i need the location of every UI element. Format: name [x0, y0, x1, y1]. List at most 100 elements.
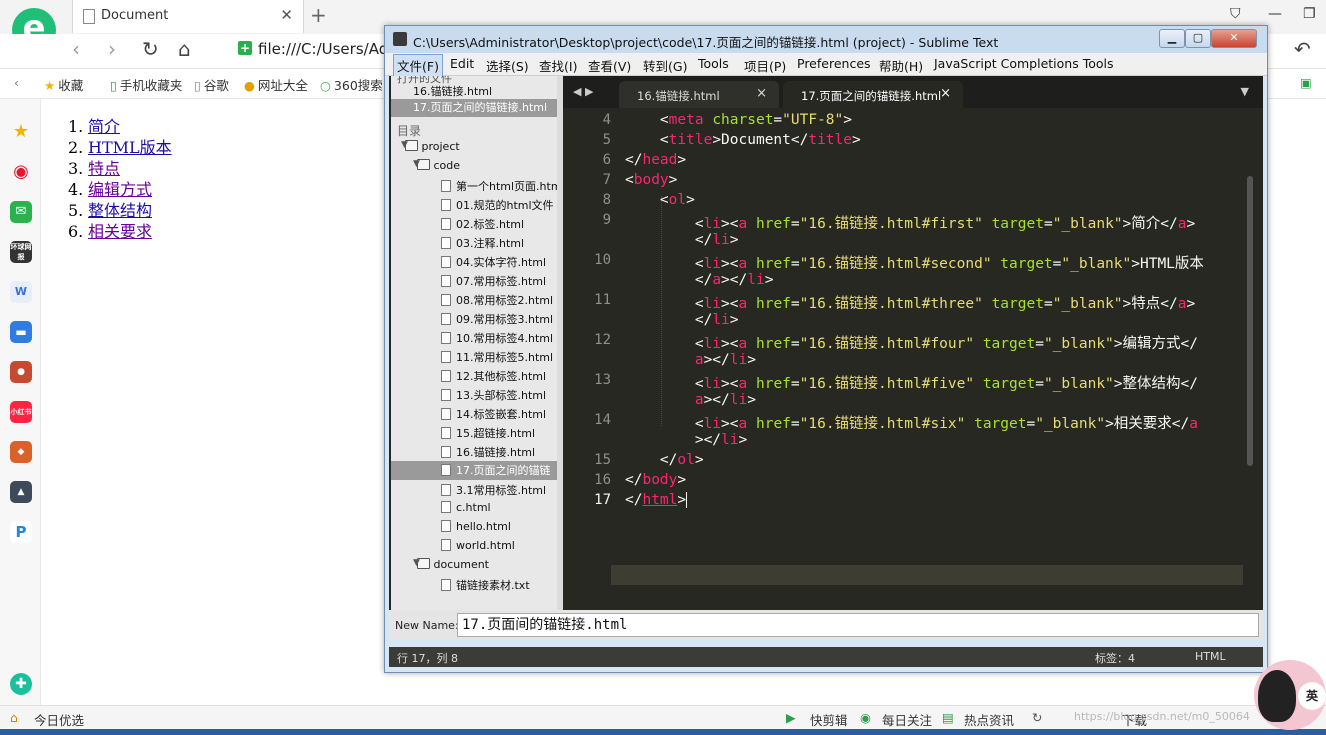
link-editing[interactable]: 编辑方式: [88, 180, 152, 199]
menu-goto[interactable]: 转到(G): [643, 56, 687, 75]
syntax-setting[interactable]: HTML: [1195, 650, 1226, 663]
tab-size-setting[interactable]: 标签：4: [1095, 650, 1135, 666]
status-item[interactable]: 每日关注: [882, 710, 932, 729]
file-item[interactable]: 锚链接素材.txt: [441, 577, 530, 593]
code-line[interactable]: a></li>: [625, 352, 756, 368]
file-item[interactable]: 07.常用标签.html: [441, 273, 546, 289]
refresh-icon[interactable]: ↻: [1032, 710, 1042, 725]
weibo-icon[interactable]: ◉: [10, 161, 32, 183]
minimize-button[interactable]: —: [1268, 6, 1282, 22]
bookmark-item[interactable]: ▯ 手机收藏夹: [110, 75, 182, 94]
code-line[interactable]: <li><a href="16.锚链接.html#five" target="_…: [625, 372, 1198, 393]
menu-preferences[interactable]: Preferences: [797, 56, 871, 71]
file-item[interactable]: 13.头部标签.html: [441, 387, 546, 403]
chat-icon[interactable]: ▬: [10, 321, 32, 343]
menu-edit[interactable]: Edit: [450, 56, 474, 71]
bookmark-item[interactable]: ★ 收藏: [44, 75, 83, 94]
code-line[interactable]: <li><a href="16.锚链接.html#first" target="…: [625, 212, 1195, 233]
avatar[interactable]: 英: [1254, 660, 1326, 730]
file-item[interactable]: 14.标签嵌套.html: [441, 406, 546, 422]
code-line[interactable]: <li><a href="16.锚链接.html#second" target=…: [625, 252, 1204, 273]
url-input[interactable]: file:///C:/Users/Adn: [258, 40, 398, 58]
add-app-icon[interactable]: ✚: [10, 673, 32, 695]
file-item[interactable]: 16.锚链接.html: [441, 444, 535, 460]
file-item[interactable]: hello.html: [441, 520, 511, 533]
file-item[interactable]: world.html: [441, 539, 515, 552]
restore-button[interactable]: ❐: [1303, 6, 1316, 22]
code-line[interactable]: <li><a href="16.锚链接.html#four" target="_…: [625, 332, 1198, 353]
undo-icon[interactable]: ↶: [1294, 37, 1311, 61]
menu-project[interactable]: 项目(P): [744, 56, 786, 75]
code-line[interactable]: </li>: [625, 312, 739, 328]
file-item[interactable]: 02.标签.html: [441, 216, 524, 232]
menu-view[interactable]: 查看(V): [588, 56, 631, 75]
reload-icon[interactable]: ↻: [142, 37, 159, 61]
link-requirements[interactable]: 相关要求: [88, 222, 152, 241]
p-icon[interactable]: P: [10, 521, 32, 543]
file-item[interactable]: 第一个html页面.html: [441, 178, 557, 194]
file-item[interactable]: c.html: [441, 501, 491, 514]
home-icon[interactable]: ⌂: [178, 37, 191, 61]
bookmark-item[interactable]: ○ 360搜索: [320, 75, 383, 94]
menu-help[interactable]: 帮助(H): [879, 56, 923, 75]
editor-tab[interactable]: 16.锚链接.html ×: [619, 81, 779, 108]
forward-icon[interactable]: ›: [108, 37, 116, 61]
folder-document[interactable]: ▼ document: [413, 558, 489, 571]
shirt-icon[interactable]: ⛉: [1230, 6, 1241, 22]
bookmark-item[interactable]: ● 网址大全: [244, 75, 308, 94]
link-intro[interactable]: 简介: [88, 117, 120, 136]
bookmarks-toggle-icon[interactable]: ‹: [14, 75, 19, 90]
mail-icon[interactable]: ✉: [10, 201, 32, 223]
status-item[interactable]: 热点资讯: [964, 710, 1014, 729]
close-tab-icon[interactable]: ×: [940, 86, 951, 101]
editor-tab-active[interactable]: 17.页面之间的锚链接.html ×: [783, 81, 963, 108]
file-item[interactable]: 03.注释.html: [441, 235, 524, 251]
file-item[interactable]: 08.常用标签2.html: [441, 292, 553, 308]
menu-file[interactable]: 文件(F): [393, 54, 443, 77]
file-item[interactable]: 12.其他标签.html: [441, 368, 546, 384]
file-item[interactable]: 04.实体字符.html: [441, 254, 546, 270]
menu-js-completions[interactable]: JavaScript Completions Tools: [934, 56, 1114, 71]
close-tab-icon[interactable]: ✕: [280, 6, 293, 24]
game-icon[interactable]: ●: [10, 361, 32, 383]
close-button[interactable]: ✕: [1211, 29, 1257, 48]
close-tab-icon[interactable]: ×: [756, 86, 767, 101]
code-line[interactable]: </ol>: [625, 452, 704, 468]
today-picks-link[interactable]: 今日优选: [34, 710, 84, 729]
editor-vertical-scrollbar[interactable]: [1247, 176, 1253, 466]
file-item[interactable]: 3.1常用标签.html: [441, 482, 546, 498]
game3-icon[interactable]: ▲: [10, 481, 32, 503]
news-icon[interactable]: 环球网报: [10, 241, 32, 263]
code-line[interactable]: <body>: [625, 172, 677, 188]
tab-scroll-arrows-icon[interactable]: ◀ ▶: [573, 85, 593, 98]
open-file-item-active[interactable]: 17.页面之间的锚链接.html: [391, 99, 557, 117]
file-item[interactable]: 10.常用标签4.html: [441, 330, 553, 346]
file-item-active[interactable]: 17.页面之间的锚链: [391, 461, 557, 480]
file-item[interactable]: 01.规范的html文件: [441, 197, 554, 213]
open-file-item[interactable]: 16.锚链接.html: [413, 83, 492, 99]
menu-selection[interactable]: 选择(S): [486, 56, 529, 75]
code-line[interactable]: </html>: [625, 492, 688, 508]
new-tab-button[interactable]: +: [310, 3, 327, 27]
new-name-input[interactable]: 17.页面间的锚链接.html: [457, 613, 1259, 637]
code-line[interactable]: a></li>: [625, 392, 756, 408]
folder-project[interactable]: ▼ project: [401, 140, 460, 153]
code-line[interactable]: <ol>: [625, 192, 695, 208]
back-icon[interactable]: ‹: [72, 37, 80, 61]
game2-icon[interactable]: ◆: [10, 441, 32, 463]
code-line[interactable]: </li>: [625, 232, 739, 248]
file-item[interactable]: 15.超链接.html: [441, 425, 535, 441]
code-line[interactable]: <meta charset="UTF-8">: [625, 112, 852, 128]
menu-tools[interactable]: Tools: [698, 56, 729, 71]
link-html-version[interactable]: HTML版本: [88, 138, 172, 157]
status-item[interactable]: 快剪辑: [810, 710, 848, 729]
gift-icon[interactable]: ⌂: [10, 710, 18, 725]
menu-find[interactable]: 查找(I): [539, 56, 577, 75]
code-line[interactable]: </head>: [625, 152, 686, 168]
link-structure[interactable]: 整体结构: [88, 201, 152, 220]
file-item[interactable]: 09.常用标签3.html: [441, 311, 553, 327]
folder-code[interactable]: ▼ code: [413, 159, 460, 172]
game-icon[interactable]: ▣: [1300, 75, 1312, 90]
code-line[interactable]: ></li>: [625, 432, 747, 448]
docs-icon[interactable]: W: [10, 281, 32, 303]
